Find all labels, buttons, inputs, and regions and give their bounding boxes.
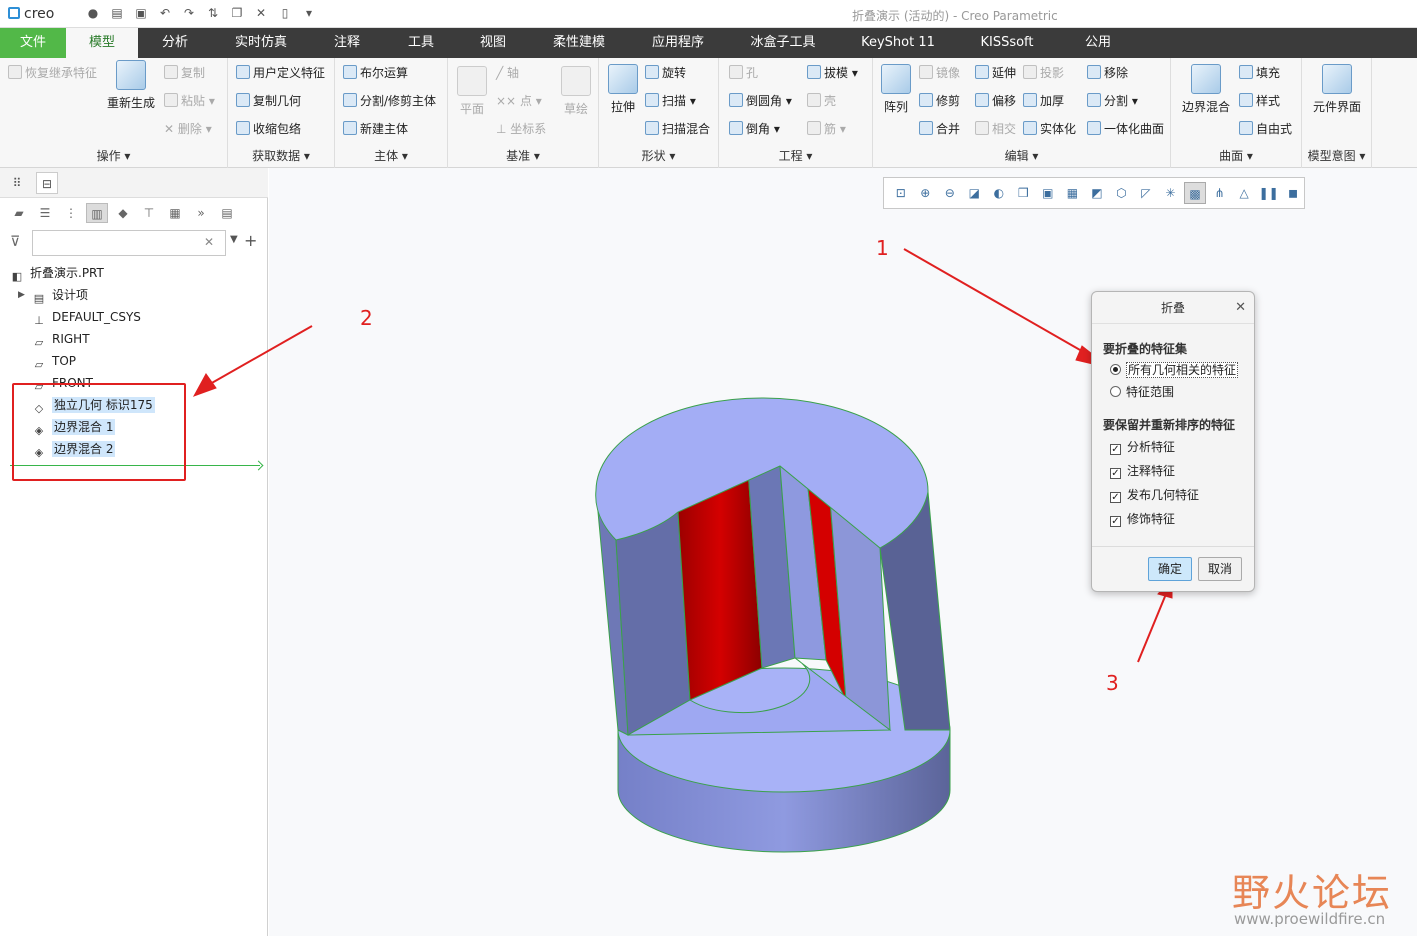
cancel-button[interactable]: 取消 [1198, 557, 1242, 581]
section-features-to-keep: 要保留并重新排序的特征 [1103, 418, 1236, 432]
checkbox-analysis-features[interactable]: ✓ 分析特征 [1110, 437, 1175, 457]
collapse-dialog: 折叠 ✕ 要折叠的特征集 所有几何相关的特征 特征范围 要保留并重新排序的特征 … [1091, 291, 1255, 592]
watermark-url: www.proewildfire.cn [1234, 910, 1386, 928]
checkbox-cosmetic-features[interactable]: ✓ 修饰特征 [1110, 509, 1175, 529]
radio-unselected-icon [1110, 386, 1121, 397]
dialog-close-icon[interactable]: ✕ [1235, 292, 1246, 324]
checkbox-publish-geometry[interactable]: ✓ 发布几何特征 [1110, 485, 1199, 505]
radio-all-geometry[interactable]: 所有几何相关的特征 [1110, 360, 1239, 380]
radio-feature-range[interactable]: 特征范围 [1110, 382, 1174, 402]
watermark-logo: 野火论坛 [1232, 871, 1393, 915]
annotation-number-3: 3 [1106, 671, 1119, 695]
creo-window: creo ● ▤ ▣ ↶ ↷ ⇅ ❐ ✕ ▯ ▾ 折叠演示 (活动的) - Cr… [0, 0, 1417, 936]
ok-button[interactable]: 确定 [1148, 557, 1192, 581]
checkbox-checked-icon: ✓ [1110, 492, 1121, 503]
annotation-highlight-box [12, 383, 186, 481]
checkbox-checked-icon: ✓ [1110, 444, 1121, 455]
section-features-to-collapse: 要折叠的特征集 [1103, 342, 1188, 356]
checkbox-checked-icon: ✓ [1110, 516, 1121, 527]
dialog-title: 折叠 [1092, 292, 1254, 324]
radio-selected-icon [1110, 364, 1121, 375]
dialog-divider [1092, 546, 1254, 547]
checkbox-checked-icon: ✓ [1110, 468, 1121, 479]
annotation-number-1: 1 [876, 236, 889, 260]
annotation-number-2: 2 [360, 306, 373, 330]
checkbox-annotation-features[interactable]: ✓ 注释特征 [1110, 461, 1175, 481]
